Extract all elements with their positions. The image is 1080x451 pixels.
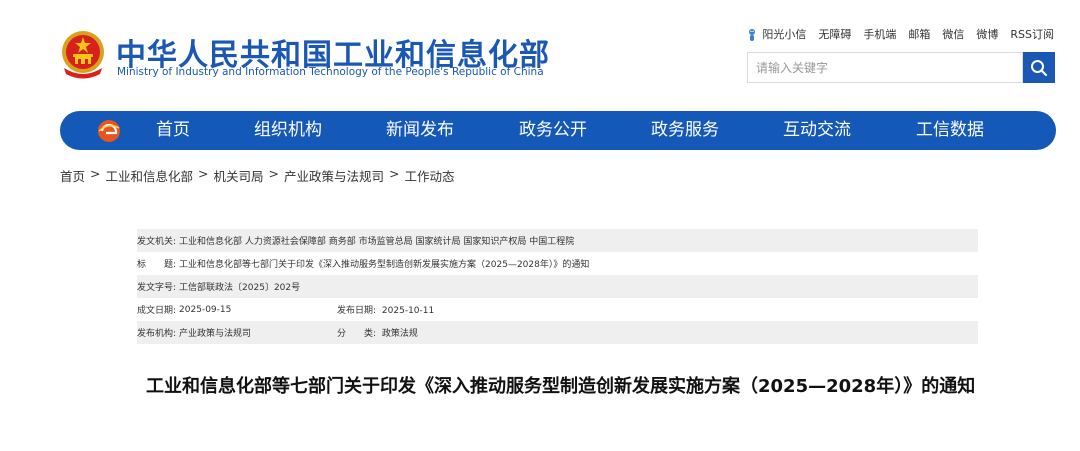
breadcrumb-work-news[interactable]: 工作动态 bbox=[405, 166, 455, 185]
subject-value: 工业和信息化部等七部门关于印发《深入推动服务型制造创新发展实施方案（2025—2… bbox=[179, 260, 590, 270]
top-link-mobile[interactable]: 手机端 bbox=[863, 26, 896, 42]
top-link-weibo[interactable]: 微博 bbox=[976, 26, 998, 42]
meta-row-docno: 发文字号: 工信部联政法〔2025〕202号 bbox=[137, 275, 978, 298]
published-label: 发布日期: bbox=[337, 306, 377, 316]
site-header: 中华人民共和国工业和信息化部 Ministry of Industry and … bbox=[0, 0, 1080, 110]
nav-item-news[interactable]: 新闻发布 bbox=[386, 111, 454, 150]
breadcrumb-home[interactable]: 首页 bbox=[60, 166, 85, 185]
breadcrumb-separator: > bbox=[389, 166, 400, 181]
breadcrumb-ministry[interactable]: 工业和信息化部 bbox=[106, 166, 194, 185]
nav-item-data[interactable]: 工信数据 bbox=[916, 111, 984, 150]
category-group: 分 类: 政策法规 bbox=[337, 326, 418, 339]
published-value: 2025-10-11 bbox=[381, 306, 435, 316]
meta-row-issuer: 发文机关: 工业和信息化部 人力资源社会保障部 商务部 市场监管总局 国家统计局… bbox=[137, 229, 978, 252]
site-subtitle: Ministry of Industry and Information Tec… bbox=[117, 66, 544, 78]
breadcrumb-separator: > bbox=[268, 166, 279, 181]
category-label: 分 类: bbox=[337, 329, 377, 339]
breadcrumb-policy-dept[interactable]: 产业政策与法规司 bbox=[284, 166, 384, 185]
national-emblem-icon bbox=[62, 31, 104, 79]
category-value: 政策法规 bbox=[381, 329, 418, 339]
created-value: 2025-09-15 bbox=[179, 304, 232, 315]
search-input[interactable] bbox=[748, 53, 1022, 82]
nav-item-organization[interactable]: 组织机构 bbox=[254, 111, 322, 150]
nav-item-home[interactable]: 首页 bbox=[156, 111, 190, 150]
breadcrumb: 首页 > 工业和信息化部 > 机关司局 > 产业政策与法规司 > 工作动态 bbox=[60, 166, 455, 185]
breadcrumb-departments[interactable]: 机关司局 bbox=[214, 166, 264, 185]
meta-row-subject: 标 题: 工业和信息化部等七部门关于印发《深入推动服务型制造创新发展实施方案（2… bbox=[137, 252, 978, 275]
top-link-sunshine[interactable]: 阳光小信 bbox=[745, 26, 806, 42]
mascot-icon bbox=[749, 29, 756, 41]
search-box bbox=[747, 52, 1023, 83]
main-nav: 首页 组织机构 新闻发布 政务公开 政务服务 互动交流 工信数据 bbox=[60, 111, 1056, 150]
document-metadata: 发文机关: 工业和信息化部 人力资源社会保障部 商务部 市场监管总局 国家统计局… bbox=[137, 229, 978, 344]
subject-label: 标 题: bbox=[137, 260, 177, 270]
article-title: 工业和信息化部等七部门关于印发《深入推动服务型制造创新发展实施方案（2025—2… bbox=[146, 376, 976, 397]
top-link-accessibility[interactable]: 无障碍 bbox=[818, 26, 851, 42]
top-link-rss[interactable]: RSS订阅 bbox=[1010, 26, 1054, 42]
top-link-wechat[interactable]: 微信 bbox=[942, 26, 964, 42]
breadcrumb-separator: > bbox=[90, 166, 101, 181]
issuer-label: 发文机关: bbox=[137, 237, 177, 247]
docno-value: 工信部联政法〔2025〕202号 bbox=[179, 283, 301, 293]
miit-logo-icon bbox=[98, 120, 120, 142]
meta-row-dates: 成文日期: 2025-09-15 发布日期: 2025-10-11 bbox=[137, 298, 978, 321]
created-label: 成文日期: bbox=[137, 306, 177, 316]
search-button[interactable] bbox=[1023, 52, 1055, 83]
breadcrumb-separator: > bbox=[198, 166, 209, 181]
search-icon bbox=[1031, 59, 1048, 76]
dept-label: 发布机构: bbox=[137, 329, 177, 339]
meta-row-dept: 发布机构: 产业政策与法规司 分 类: 政策法规 bbox=[137, 321, 978, 344]
dept-value: 产业政策与法规司 bbox=[179, 329, 252, 339]
issuer-value: 工业和信息化部 人力资源社会保障部 商务部 市场监管总局 国家统计局 国家知识产… bbox=[179, 237, 575, 247]
nav-item-services[interactable]: 政务服务 bbox=[651, 111, 719, 150]
top-links: 阳光小信 无障碍 手机端 邮箱 微信 微博 RSS订阅 bbox=[745, 26, 1054, 42]
top-link-mail[interactable]: 邮箱 bbox=[908, 26, 930, 42]
docno-label: 发文字号: bbox=[137, 283, 177, 293]
nav-item-public-affairs[interactable]: 政务公开 bbox=[519, 111, 587, 150]
top-link-label: 阳光小信 bbox=[762, 28, 807, 41]
nav-item-interaction[interactable]: 互动交流 bbox=[783, 111, 851, 150]
published-group: 发布日期: 2025-10-11 bbox=[337, 303, 434, 316]
